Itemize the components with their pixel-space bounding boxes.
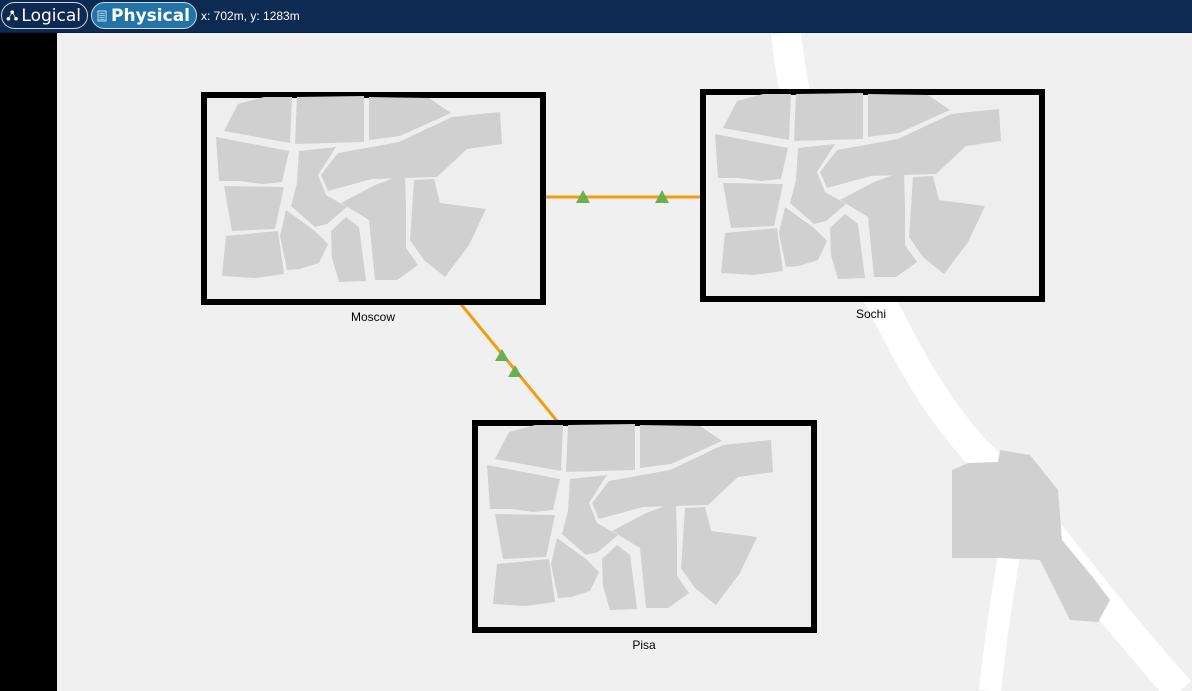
- node-label-moscow: Moscow: [350, 310, 395, 324]
- building-block: [952, 450, 1110, 622]
- physical-view-button[interactable]: Physical: [91, 2, 197, 29]
- building-list-icon: [97, 10, 107, 21]
- map-svg: [201, 33, 1192, 691]
- link-arrow: [495, 349, 509, 361]
- node-label-pisa: Pisa: [632, 638, 656, 652]
- logical-view-button[interactable]: Logical: [1, 2, 88, 29]
- physical-view-label: Physical: [111, 5, 190, 26]
- toolbar: Logical Physical x: 702m, y: 1283m: [0, 0, 1192, 33]
- node-pisa[interactable]: [472, 420, 817, 633]
- logical-view-label: Logical: [21, 5, 81, 26]
- topology-nodes-icon: [6, 9, 18, 21]
- map-canvas[interactable]: Moscow Sochi Pisa: [57, 33, 1192, 691]
- cursor-coordinates: x: 702m, y: 1283m: [201, 9, 300, 23]
- link-arrow: [508, 365, 522, 377]
- node-sochi[interactable]: [700, 89, 1045, 302]
- left-panel: [0, 33, 57, 691]
- node-moscow[interactable]: [201, 92, 546, 305]
- link-moscow-pisa[interactable]: [458, 302, 559, 422]
- node-label-sochi: Sochi: [855, 307, 887, 321]
